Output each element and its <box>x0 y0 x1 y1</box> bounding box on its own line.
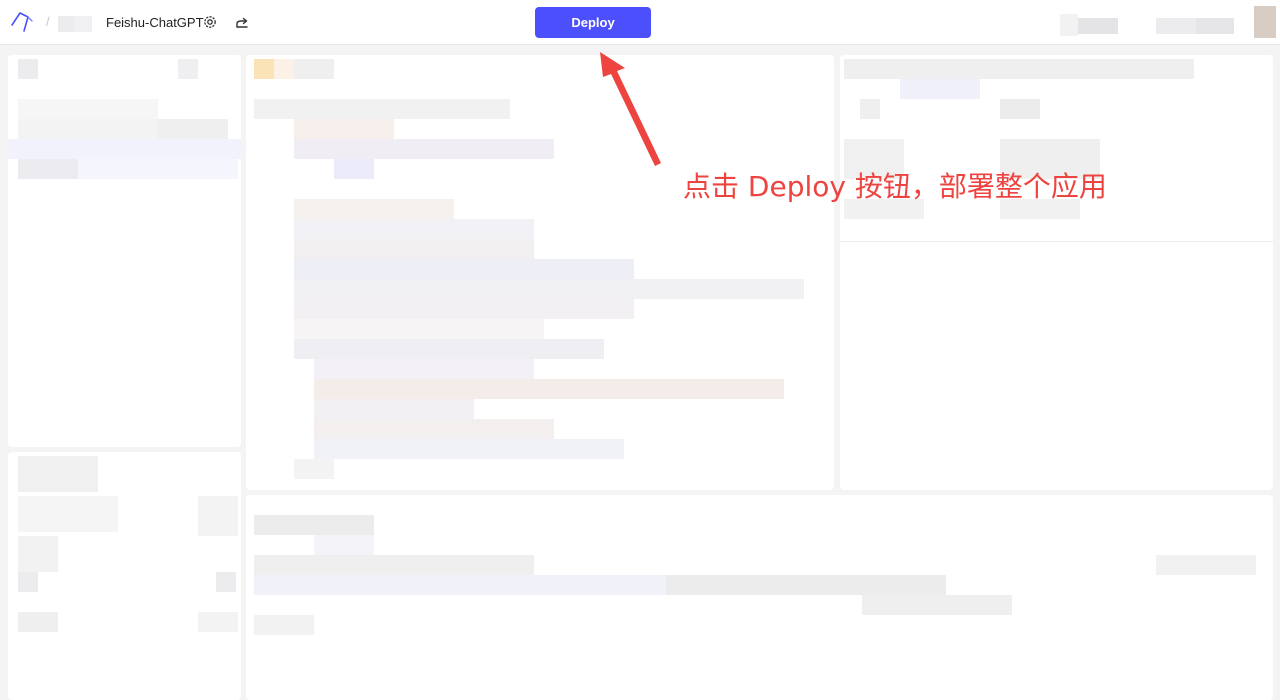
top-bar: / Feishu-ChatGPT Deploy <box>0 0 1280 45</box>
avatar[interactable] <box>1254 6 1276 38</box>
editor-panel <box>246 55 834 490</box>
app-logo-icon[interactable] <box>10 9 36 35</box>
share-icon[interactable] <box>234 14 250 30</box>
gear-icon[interactable] <box>202 14 218 30</box>
header-action-blurred[interactable] <box>1156 14 1238 36</box>
panel-divider <box>840 241 1273 242</box>
breadcrumb-separator: / <box>46 14 50 29</box>
left-nav-panel <box>8 55 241 447</box>
deploy-button[interactable]: Deploy <box>535 7 651 38</box>
breadcrumb-workspace[interactable] <box>58 16 92 32</box>
app-name[interactable]: Feishu-ChatGPT <box>106 15 204 30</box>
left-bottom-panel <box>8 452 241 700</box>
annotation-text: 点击 Deploy 按钮，部署整个应用 <box>683 170 1107 203</box>
header-action-blurred[interactable] <box>1060 14 1128 36</box>
annotation-arrow-icon <box>600 52 661 166</box>
right-panel <box>840 55 1273 490</box>
bottom-panel <box>246 495 1273 700</box>
